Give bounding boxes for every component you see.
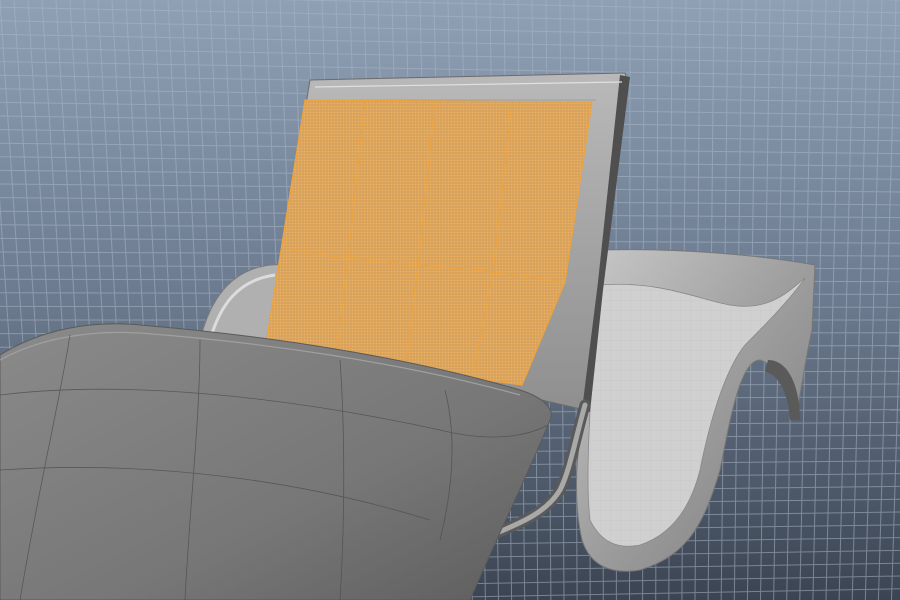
3d-viewport[interactable] — [0, 0, 900, 600]
viewport-scene[interactable] — [0, 0, 900, 600]
